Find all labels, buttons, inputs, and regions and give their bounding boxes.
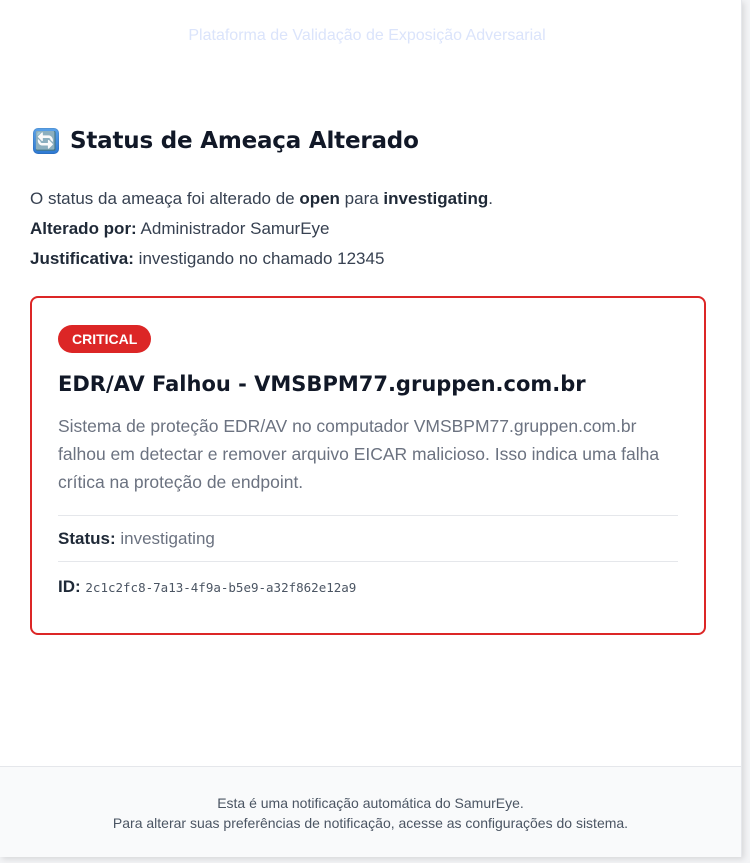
threat-description: Sistema de proteção EDR/AV no computador… bbox=[58, 416, 660, 492]
intro-suffix: . bbox=[488, 189, 494, 208]
changed-by-value: Administrador SamurEye bbox=[140, 219, 330, 238]
severity-badge: CRITICAL bbox=[58, 325, 152, 353]
status-change-text: O status da ameaça foi alterado de open … bbox=[30, 184, 706, 214]
notification-body: 🔄 Status de Ameaça Alterado O status da … bbox=[30, 124, 706, 274]
card-divider bbox=[58, 561, 678, 562]
email-container: Plataforma de Validação de Exposição Adv… bbox=[0, 0, 742, 857]
justification-label: Justificativa: bbox=[30, 249, 134, 268]
changed-by-label: Alterado por: bbox=[30, 219, 137, 238]
notification-details: O status da ameaça foi alterado de open … bbox=[30, 184, 706, 274]
refresh-icon: 🔄 bbox=[33, 128, 59, 154]
notification-title: Status de Ameaça Alterado bbox=[70, 128, 419, 154]
changed-by-row: Alterado por: Administrador SamurEye bbox=[30, 214, 706, 244]
threat-title: EDR/AV Falhou - VMSBPM77.gruppen.com.br bbox=[58, 372, 586, 396]
justification-row: Justificativa: investigando no chamado 1… bbox=[30, 244, 706, 274]
new-status: investigating bbox=[383, 189, 489, 208]
platform-subtitle: Plataforma de Validação de Exposição Adv… bbox=[188, 27, 546, 44]
footer-line-2: Para alterar suas preferências de notifi… bbox=[112, 815, 629, 831]
threat-card: CRITICAL EDR/AV Falhou - VMSBPM77.gruppe… bbox=[30, 296, 706, 635]
threat-id-value: 2c1c2fc8-7a13-4f9a-b5e9-a32f862e12a9 bbox=[85, 580, 357, 595]
footer-line-1: Esta é uma notificação automática do Sam… bbox=[217, 795, 524, 811]
threat-status-label: Status: bbox=[58, 529, 116, 548]
card-divider bbox=[58, 515, 678, 516]
justification-value: investigando no chamado 12345 bbox=[138, 249, 385, 268]
old-status: open bbox=[299, 189, 340, 208]
threat-status-row: Status: investigating bbox=[58, 529, 215, 549]
notification-heading: 🔄 Status de Ameaça Alterado bbox=[30, 124, 706, 158]
email-footer: Esta é uma notificação automática do Sam… bbox=[0, 766, 741, 857]
intro-prefix: O status da ameaça foi alterado de bbox=[30, 189, 300, 208]
threat-id-row: ID: 2c1c2fc8-7a13-4f9a-b5e9-a32f862e12a9 bbox=[58, 577, 356, 597]
intro-middle: para bbox=[339, 189, 384, 208]
threat-id-label: ID: bbox=[58, 577, 81, 596]
threat-status-value: investigating bbox=[120, 529, 215, 548]
